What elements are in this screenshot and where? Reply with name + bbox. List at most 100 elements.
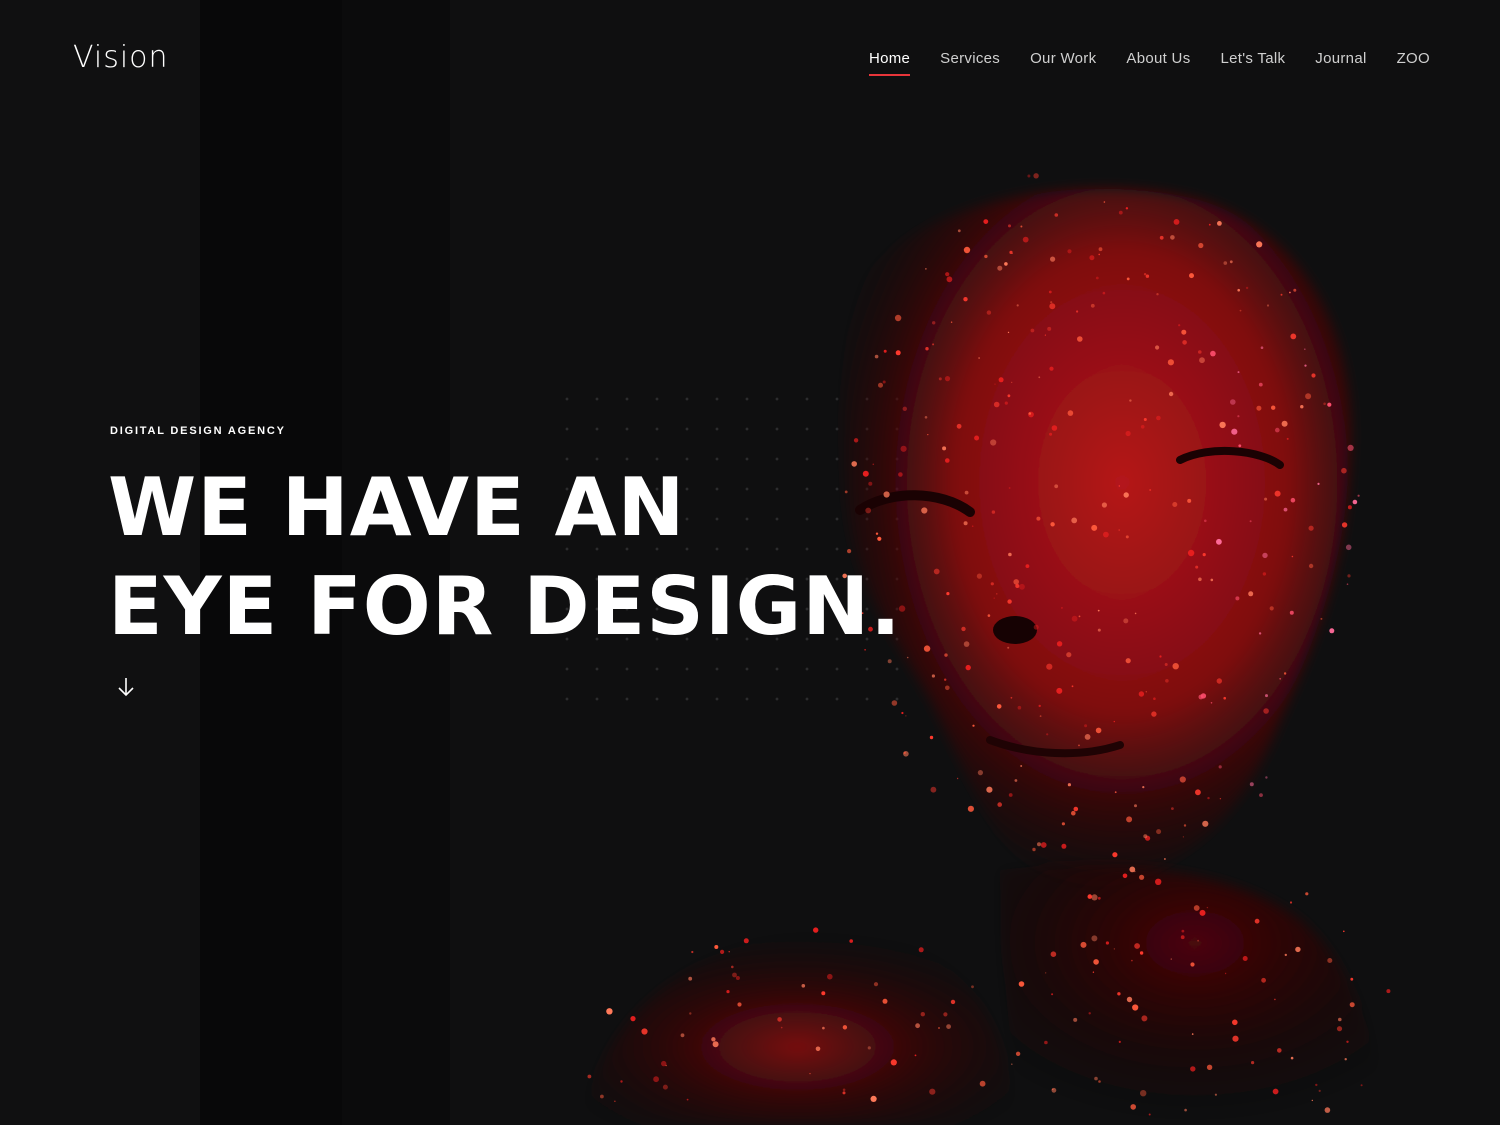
glitter-speck [620,1080,623,1083]
glitter-speck [1232,1019,1238,1026]
glitter-speck [1103,201,1106,203]
nav-item-zoo[interactable]: ZOO [1397,50,1430,73]
glitter-speck [918,947,924,953]
glitter-speck [1323,402,1326,406]
glitter-speck [1080,941,1087,948]
glitter-speck [1045,972,1047,974]
glitter-speck [1095,727,1102,734]
glitter-speck [1048,290,1052,294]
glitter-speck [891,700,898,706]
nav-item-about-us[interactable]: About Us [1126,50,1190,73]
glitter-speck [1190,1066,1196,1072]
glitter-speck [1184,1108,1187,1112]
glitter-speck [849,939,853,943]
glitter-speck [809,1073,811,1075]
glitter-speck [728,951,730,953]
glitter-speck [1038,376,1041,379]
glitter-speck [1018,981,1025,987]
glitter-speck [1091,894,1098,901]
glitter-speck [1039,715,1042,717]
glitter-speck [1324,1107,1331,1113]
glitter-speck [1235,596,1240,601]
glitter-speck [1180,935,1185,940]
glitter-speck [1071,615,1078,622]
glitter-speck [1261,977,1266,983]
glitter-speck [1290,497,1296,503]
glitter-speck [1103,531,1109,538]
glitter-speck [1280,293,1283,296]
glitter-speck [1210,702,1213,704]
glitter-speck [1139,874,1145,880]
glitter-speck [1126,996,1133,1003]
glitter-speck [1014,779,1018,782]
glitter-speck [1265,694,1268,698]
glitter-speck [1091,935,1098,942]
glitter-speck [1229,260,1233,264]
glitter-speck [1156,829,1162,835]
glitter-speck [1343,930,1345,933]
glitter-speck [1308,525,1314,531]
hero-headline: WE HAVE AN EYE FOR DESIGN. [108,458,902,656]
glitter-speck [1283,672,1287,675]
glitter-speck [731,965,734,969]
glitter-speck [1067,783,1071,787]
glitter-speck [1097,896,1101,900]
glitter-speck [606,1008,613,1015]
glitter-speck [1329,628,1335,634]
glitter-speck [1237,415,1240,418]
glitter-speck [1232,1035,1239,1042]
glitter-speck [976,573,982,579]
glitter-speck [915,1023,920,1029]
glitter-speck [1022,236,1029,243]
glitter-speck [987,614,991,617]
glitter-speck [1073,806,1079,812]
glitter-speck [1054,484,1059,489]
glitter-speck [1258,632,1262,635]
glitter-speck [1344,1058,1347,1061]
glitter-speck [1051,993,1054,996]
glitter-speck [1159,235,1164,240]
glitter-speck [1183,824,1187,827]
glitter-speck [1156,293,1159,296]
nav-item-journal[interactable]: Journal [1315,50,1366,73]
glitter-speck [996,704,1002,709]
glitter-speck [1167,359,1174,366]
glitter-speck [1056,687,1063,694]
nav-item-lets-talk[interactable]: Let's Talk [1221,50,1286,73]
glitter-speck [1084,734,1091,740]
glitter-speck [991,510,996,514]
glitter-speck [1125,658,1131,664]
glitter-speck [967,805,974,812]
glitter-speck [1030,328,1035,333]
glitter-speck [945,458,950,463]
glitter-speck [1164,858,1166,860]
glitter-speck [1066,652,1072,658]
glitter-speck [1327,402,1332,407]
arrow-down-icon[interactable] [116,676,136,698]
site-logo[interactable]: Vision [73,40,169,75]
glitter-speck [691,950,694,954]
glitter-speck [950,999,956,1005]
glitter-speck [1204,519,1207,523]
glitter-speck [1347,444,1354,451]
glitter-speck [1170,235,1175,240]
glitter-speck [1033,624,1039,630]
glitter-speck [1214,1093,1217,1096]
glitter-speck [979,1080,986,1087]
glitter-speck [1179,776,1186,783]
glitter-speck [732,972,737,978]
nav-item-services[interactable]: Services [940,50,1000,73]
nav-item-our-work[interactable]: Our Work [1030,50,1096,73]
glitter-speck [1216,678,1222,684]
glitter-speck [1189,273,1194,279]
glitter-speck [1089,255,1095,261]
glitter-speck [1025,564,1030,568]
glitter-speck [1037,842,1041,847]
glitter-speck [890,1059,897,1066]
glitter-speck [1258,382,1263,387]
nav-item-home[interactable]: Home [868,50,911,76]
glitter-speck [882,380,886,384]
glitter-speck [873,982,879,987]
glitter-speck [943,1012,948,1017]
glitter-speck [1347,505,1352,510]
